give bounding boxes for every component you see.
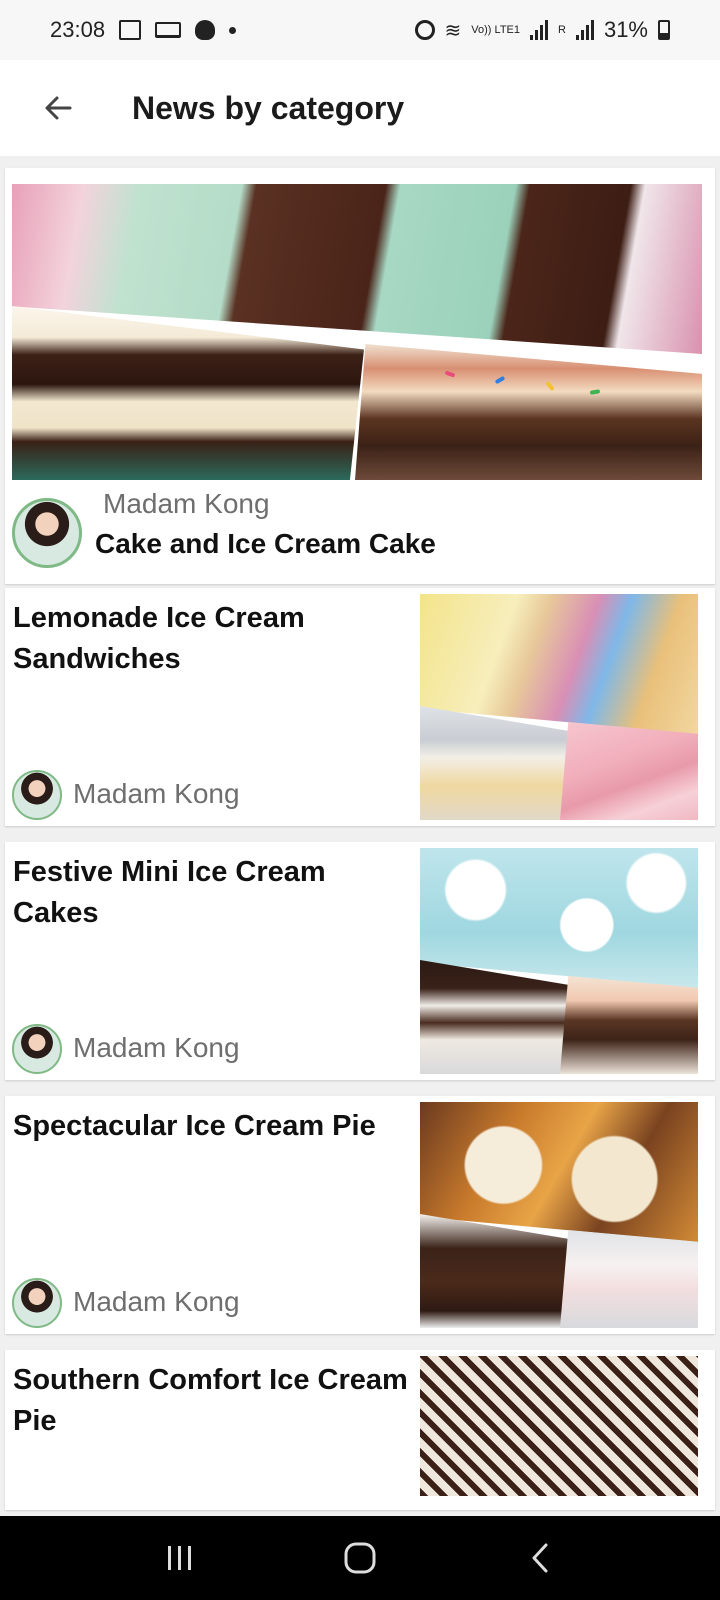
author-avatar[interactable]	[12, 1024, 62, 1074]
home-icon	[344, 1542, 376, 1574]
network-label: Vo)) LTE1	[471, 24, 520, 36]
article-collage-image[interactable]	[420, 594, 698, 820]
recent-apps-button[interactable]	[150, 1528, 210, 1588]
author-name: Madam Kong	[103, 488, 270, 519]
signal-icon	[575, 20, 594, 40]
status-right: ≋ Vo)) LTE1 R 31%	[414, 17, 670, 43]
article-collage-image[interactable]	[420, 848, 698, 1074]
collage-photo	[560, 722, 698, 820]
status-time: 23:08	[50, 17, 106, 42]
collage-photo	[420, 706, 570, 820]
battery-icon	[658, 20, 670, 40]
article-card[interactable]: Lemonade Ice Cream Sandwiches Madam Kong	[5, 588, 715, 826]
sim-label: R	[558, 24, 566, 36]
status-bar: 23:08 ≋ Vo)) LTE1 R 31%	[0, 0, 720, 60]
signal-icon	[530, 20, 548, 40]
article-collage-image[interactable]	[420, 1102, 698, 1328]
collage-photo	[355, 344, 702, 480]
author-avatar[interactable]	[12, 770, 62, 820]
article-card[interactable]: Spectacular Ice Cream Pie Madam Kong	[5, 1096, 715, 1334]
collage-photo	[420, 1356, 698, 1496]
dot-icon	[229, 26, 237, 34]
collage-photo	[12, 306, 364, 480]
author-avatar[interactable]	[12, 498, 82, 568]
collage-photo	[420, 960, 570, 1074]
laptop-icon	[155, 22, 182, 38]
back-icon	[532, 1543, 548, 1573]
collage-photo	[420, 1214, 570, 1328]
gallery-icon	[119, 20, 142, 40]
article-card[interactable]: Festive Mini Ice Cream Cakes Madam Kong	[5, 842, 715, 1080]
article-title: Festive Mini Ice Cream Cakes	[13, 856, 326, 929]
author-avatar[interactable]	[12, 1278, 62, 1328]
battery-text: 31%	[603, 17, 648, 42]
article-title: Southern Comfort Ice Cream Pie	[13, 1364, 408, 1437]
alarm-icon	[414, 20, 435, 40]
nav-back-button[interactable]	[510, 1528, 570, 1588]
page-title: News by category	[132, 89, 405, 126]
recent-apps-icon	[168, 1546, 191, 1570]
wifi-icon: ≋	[444, 19, 462, 42]
home-button[interactable]	[330, 1528, 390, 1588]
author-name: Madam Kong	[73, 778, 240, 809]
status-left: 23:08	[50, 17, 237, 43]
app-bar: News by category	[0, 60, 720, 156]
article-card[interactable]: Southern Comfort Ice Cream Pie	[5, 1350, 715, 1510]
author-name: Madam Kong	[73, 1286, 240, 1317]
collage-photo	[560, 976, 698, 1074]
featured-collage-image[interactable]	[12, 184, 702, 480]
article-title: Lemonade Ice Cream Sandwiches	[13, 602, 305, 675]
author-name: Madam Kong	[73, 1032, 240, 1063]
back-button[interactable]	[26, 76, 90, 140]
article-title: Cake and Ice Cream Cake	[95, 528, 436, 559]
arrow-left-icon	[45, 96, 72, 120]
featured-article-card[interactable]: Madam Kong Cake and Ice Cream Cake	[5, 168, 715, 584]
article-collage-image[interactable]	[420, 1356, 698, 1510]
collage-photo	[560, 1230, 698, 1328]
system-nav-bar	[0, 1516, 720, 1600]
article-title: Spectacular Ice Cream Pie	[13, 1110, 376, 1142]
bug-icon	[195, 20, 216, 40]
